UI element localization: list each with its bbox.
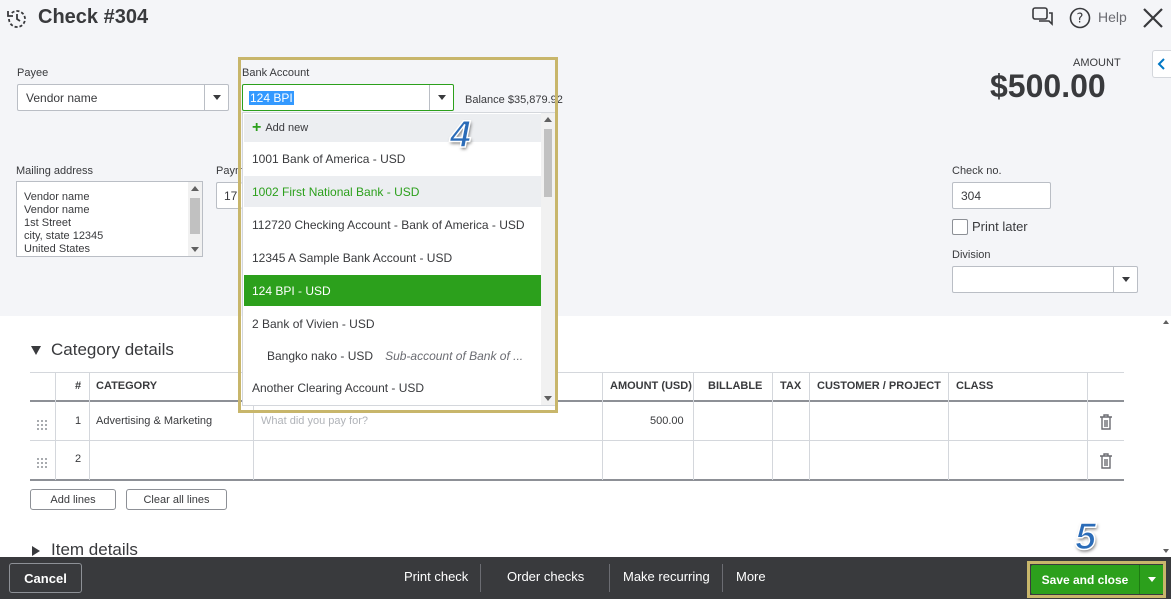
col-divider bbox=[89, 372, 90, 480]
mailing-line: Vendor name bbox=[24, 191, 90, 203]
row-category[interactable]: Advertising & Marketing bbox=[96, 415, 212, 427]
print-later-checkbox[interactable] bbox=[952, 219, 968, 235]
mailing-line: city, state 12345 bbox=[24, 230, 104, 242]
drag-handle-icon[interactable] bbox=[36, 419, 48, 431]
scroll-down-icon[interactable] bbox=[191, 247, 199, 252]
mailing-line: United States bbox=[24, 243, 91, 255]
cancel-button[interactable]: Cancel bbox=[9, 563, 82, 593]
payee-value: Vendor name bbox=[26, 90, 98, 105]
mailing-scrollbar[interactable] bbox=[188, 182, 202, 256]
col-header-num: # bbox=[75, 380, 82, 392]
col-divider bbox=[693, 372, 694, 480]
check-no-label: Check no. bbox=[952, 165, 1002, 177]
scroll-thumb[interactable] bbox=[190, 198, 200, 234]
close-icon[interactable] bbox=[1140, 5, 1166, 31]
table-row-border bbox=[30, 440, 1124, 441]
row-number: 2 bbox=[75, 453, 82, 465]
drag-handle-icon[interactable] bbox=[36, 457, 48, 469]
mailing-address-textarea[interactable]: Vendor name Vendor name 1st Street city,… bbox=[16, 181, 203, 257]
chevron-down-icon[interactable] bbox=[1113, 267, 1137, 292]
tutorial-step-number: 4 bbox=[449, 113, 472, 157]
footer-divider bbox=[480, 564, 481, 592]
row-description[interactable]: What did you pay for? bbox=[261, 415, 368, 427]
row-amount[interactable]: 500.00 bbox=[650, 415, 684, 427]
footer-divider bbox=[609, 564, 610, 592]
chevron-down-icon[interactable] bbox=[204, 85, 228, 110]
tutorial-highlight-box bbox=[238, 57, 558, 413]
help-link[interactable]: Help bbox=[1098, 9, 1127, 25]
chevron-left-icon bbox=[1157, 58, 1165, 70]
scroll-up-icon[interactable] bbox=[191, 186, 199, 191]
col-divider bbox=[948, 372, 949, 480]
col-header-category: CATEGORY bbox=[96, 380, 158, 392]
expand-triangle-icon[interactable] bbox=[32, 546, 40, 556]
payee-select[interactable]: Vendor name bbox=[17, 84, 229, 111]
collapse-triangle-icon[interactable] bbox=[31, 346, 41, 355]
col-divider bbox=[55, 372, 56, 480]
row-number: 1 bbox=[75, 415, 82, 427]
clear-all-lines-button[interactable]: Clear all lines bbox=[126, 489, 227, 510]
recent-transactions-icon[interactable] bbox=[5, 7, 29, 31]
print-later-label[interactable]: Print later bbox=[972, 219, 1028, 234]
footer-divider bbox=[722, 564, 723, 592]
col-divider bbox=[1087, 372, 1088, 480]
col-divider bbox=[253, 402, 254, 480]
table-header-border bbox=[30, 400, 1124, 402]
trash-icon[interactable] bbox=[1099, 453, 1113, 469]
col-header-billable: BILLABLE bbox=[708, 380, 763, 392]
payment-date-value: 17 bbox=[224, 188, 238, 203]
add-lines-button[interactable]: Add lines bbox=[30, 489, 116, 510]
check-no-value: 304 bbox=[961, 188, 982, 203]
print-check-button[interactable]: Print check bbox=[404, 569, 468, 584]
sidebar-toggle[interactable] bbox=[1152, 50, 1171, 78]
col-divider bbox=[602, 372, 603, 480]
page-scrollbar[interactable] bbox=[1161, 316, 1171, 557]
col-divider bbox=[809, 372, 810, 480]
category-details-title[interactable]: Category details bbox=[51, 340, 174, 360]
amount-value: $500.00 bbox=[990, 68, 1106, 104]
order-checks-button[interactable]: Order checks bbox=[507, 569, 584, 584]
trash-icon[interactable] bbox=[1099, 414, 1113, 430]
payee-label: Payee bbox=[17, 67, 49, 79]
feedback-icon[interactable] bbox=[1031, 6, 1055, 28]
division-select[interactable] bbox=[952, 266, 1138, 293]
mailing-address-label: Mailing address bbox=[16, 165, 94, 177]
table-bottom-border bbox=[30, 479, 1124, 481]
footer-bar bbox=[0, 557, 1171, 599]
svg-text:?: ? bbox=[1077, 12, 1084, 27]
mailing-line: 1st Street bbox=[24, 217, 72, 229]
page-title: Check #304 bbox=[38, 6, 149, 28]
col-header-tax: TAX bbox=[780, 380, 802, 392]
tutorial-step-number: 5 bbox=[1074, 515, 1097, 559]
col-header-amount: AMOUNT (USD) bbox=[610, 380, 692, 392]
col-divider bbox=[772, 372, 773, 480]
more-button[interactable]: More bbox=[736, 569, 766, 584]
tutorial-highlight-box bbox=[1027, 561, 1166, 598]
col-header-class: CLASS bbox=[956, 380, 994, 392]
help-icon[interactable]: ? bbox=[1069, 7, 1091, 29]
make-recurring-button[interactable]: Make recurring bbox=[623, 569, 710, 584]
col-header-customer-project: CUSTOMER / PROJECT bbox=[817, 380, 941, 392]
table-top-border bbox=[30, 372, 1124, 373]
check-no-input[interactable]: 304 bbox=[952, 182, 1051, 209]
mailing-line: Vendor name bbox=[24, 204, 90, 216]
division-label: Division bbox=[952, 249, 991, 261]
